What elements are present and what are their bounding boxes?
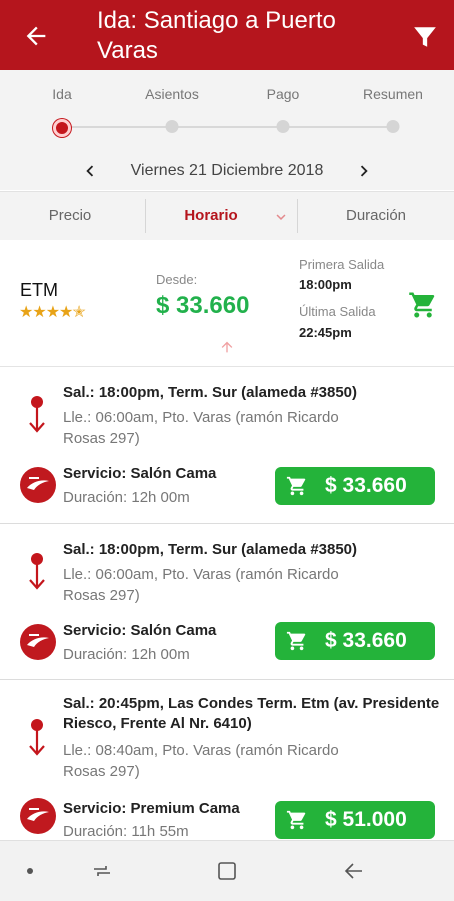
trip-departure: Sal.: 18:00pm, Term. Sur (alameda #3850) [63,384,358,401]
arrow-left-icon[interactable] [22,22,50,50]
trip-card[interactable]: Sal.: 20:45pm, Las Condes Term. Etm (av.… [0,680,454,850]
lowest-price: $ 33.660 [156,292,250,319]
route-pin-icon [29,396,45,433]
step-dot-asientos [165,120,179,133]
bus-logo-icon [27,808,49,821]
buy-price: $ 33.660 [325,629,407,652]
buy-price: $ 33.660 [325,474,407,497]
progress-stepper: Ida Asientos Pago Resumen Viernes 21 Dic… [0,70,454,190]
trip-departure: Sal.: 18:00pm, Term. Sur (alameda #3850) [63,541,358,558]
trip-service: Servicio: Salón Cama [63,622,217,639]
trip-service: Servicio: Salón Cama [63,465,217,482]
trip-duration: Duración: 11h 55m [63,823,189,840]
recent-apps-icon[interactable] [90,859,114,883]
rating-stars: ★★★★✭ [19,304,86,321]
trip-service: Servicio: Premium Cama [63,800,240,817]
step-dot-pago [276,120,290,133]
route-pin-icon [29,719,45,756]
ultima-salida-time: 22:45pm [299,325,352,340]
bus-company-logo [20,624,56,660]
step-label-resumen: Resumen [363,86,423,102]
operator-summary[interactable]: ETM ★★★★✭ Desde: $ 33.660 Primera Salida… [0,240,454,367]
back-nav-icon[interactable] [342,859,366,883]
route-pin-icon [29,553,45,590]
bus-logo-icon [27,477,49,490]
system-nav-bar [0,840,454,901]
sort-duracion[interactable]: Duración [298,192,454,240]
step-dot-resumen [386,120,400,133]
trip-duration: Duración: 12h 00m [63,489,190,506]
step-label-ida: Ida [52,86,72,102]
trip-arrival: Lle.: 08:40am, Pto. Varas (ramón Ricardo… [63,742,339,780]
trip-departure: Sal.: 20:45pm, Las Condes Term. Etm (av.… [63,695,440,732]
home-icon[interactable] [215,859,239,883]
primera-salida-label: Primera Salida [299,257,385,272]
buy-price: $ 51.000 [325,808,407,831]
cart-icon [286,810,306,830]
primera-salida-time: 18:00pm [299,277,352,292]
bus-logo-icon [27,634,49,647]
buy-button[interactable]: $ 33.660 [275,622,435,660]
filter-icon[interactable] [412,24,438,50]
buy-button[interactable]: $ 51.000 [275,801,435,839]
cart-icon [286,631,306,651]
trip-arrival: Lle.: 06:00am, Pto. Varas (ramón Ricardo… [63,566,339,604]
step-track [62,126,394,128]
bus-company-logo [20,798,56,834]
app-bar: Ida: Santiago a Puerto Varas [0,0,454,70]
chevron-left-icon[interactable] [79,160,101,182]
trip-arrival: Lle.: 06:00am, Pto. Varas (ramón Ricardo… [63,409,339,447]
cart-icon[interactable] [408,290,438,320]
sort-precio[interactable]: Precio [0,192,140,240]
step-label-pago: Pago [266,86,300,102]
trip-card[interactable]: Sal.: 18:00pm, Term. Sur (alameda #3850)… [0,524,454,680]
arrow-up-icon[interactable] [219,339,235,355]
desde-label: Desde: [156,272,198,287]
cart-icon [286,476,306,496]
ultima-salida-label: Última Salida [299,304,376,319]
chevron-down-icon[interactable] [272,208,290,226]
chevron-right-icon[interactable] [353,160,375,182]
buy-button[interactable]: $ 33.660 [275,467,435,505]
trip-card[interactable]: Sal.: 18:00pm, Term. Sur (alameda #3850)… [0,367,454,524]
page-title: Ida: Santiago a Puerto Varas [97,7,336,64]
dot-icon [27,868,33,874]
sort-horario[interactable]: Horario [150,192,272,240]
step-label-asientos: Asientos [145,86,199,102]
date-selector: Viernes 21 Diciembre 2018 [0,158,454,186]
sort-divider [145,199,146,233]
operator-name: ETM [20,280,58,300]
sort-bar: Precio Horario Duración [0,191,454,241]
bus-company-logo [20,467,56,503]
trip-duration: Duración: 12h 00m [63,646,190,663]
step-dot-ida [53,119,71,137]
selected-date: Viernes 21 Diciembre 2018 [130,162,324,179]
